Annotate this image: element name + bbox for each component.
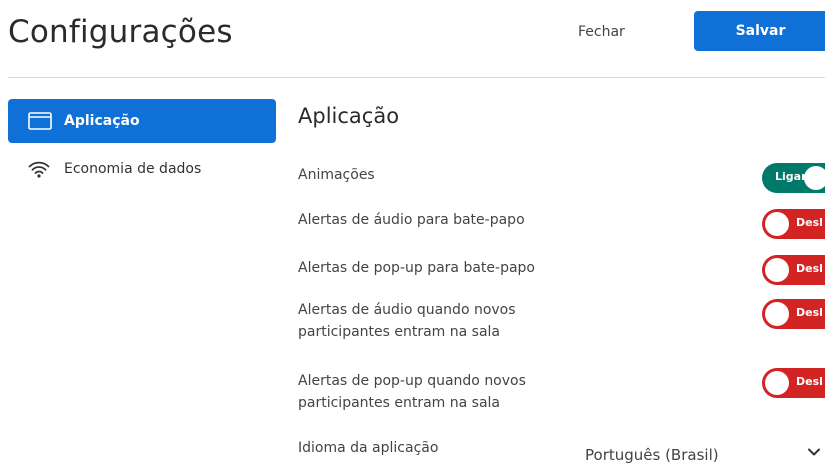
toggle-knob <box>804 166 825 190</box>
participant-audio-alerts-toggle[interactable]: Desl <box>762 299 825 329</box>
toggle-state-label: Desl <box>796 262 823 275</box>
chevron-down-icon[interactable] <box>807 444 821 462</box>
toggle-state-label: Desl <box>796 306 823 319</box>
setting-label-animations: Animações <box>298 167 375 183</box>
sidebar-item-label: Aplicação <box>64 113 140 129</box>
toggle-knob <box>765 258 789 282</box>
setting-label-participant-popup-alerts: Alertas de pop-up quando novos participa… <box>298 373 526 411</box>
sidebar-item-data-saving[interactable]: Economia de dados <box>8 148 276 190</box>
save-button[interactable]: Salvar <box>694 11 825 51</box>
section-title: Aplicação <box>298 104 400 128</box>
close-button[interactable]: Fechar <box>578 24 625 40</box>
chat-audio-alerts-toggle[interactable]: Desl <box>762 209 825 239</box>
toggle-knob <box>765 302 789 326</box>
toggle-state-label: Ligar <box>775 170 807 183</box>
sidebar-item-application[interactable]: Aplicação <box>8 99 276 143</box>
toggle-knob <box>765 371 789 395</box>
setting-label-chat-audio-alerts: Alertas de áudio para bate-papo <box>298 212 525 228</box>
header-divider <box>8 77 825 78</box>
page-title: Configurações <box>8 14 233 50</box>
toggle-state-label: Desl <box>796 216 823 229</box>
chat-popup-alerts-toggle[interactable]: Desl <box>762 255 825 285</box>
toggle-state-label: Desl <box>796 375 823 388</box>
participant-popup-alerts-toggle[interactable]: Desl <box>762 368 825 398</box>
language-select[interactable]: Português (Brasil) <box>585 446 719 464</box>
wifi-icon <box>28 160 54 178</box>
setting-label-participant-audio-alerts: Alertas de áudio quando novos participan… <box>298 302 516 340</box>
setting-label-chat-popup-alerts: Alertas de pop-up para bate-papo <box>298 260 535 276</box>
sidebar-item-label: Economia de dados <box>64 161 202 177</box>
animations-toggle[interactable]: Ligar <box>762 163 825 193</box>
application-window-icon <box>28 112 54 130</box>
language-label: Idioma da aplicação <box>298 440 439 456</box>
toggle-knob <box>765 212 789 236</box>
